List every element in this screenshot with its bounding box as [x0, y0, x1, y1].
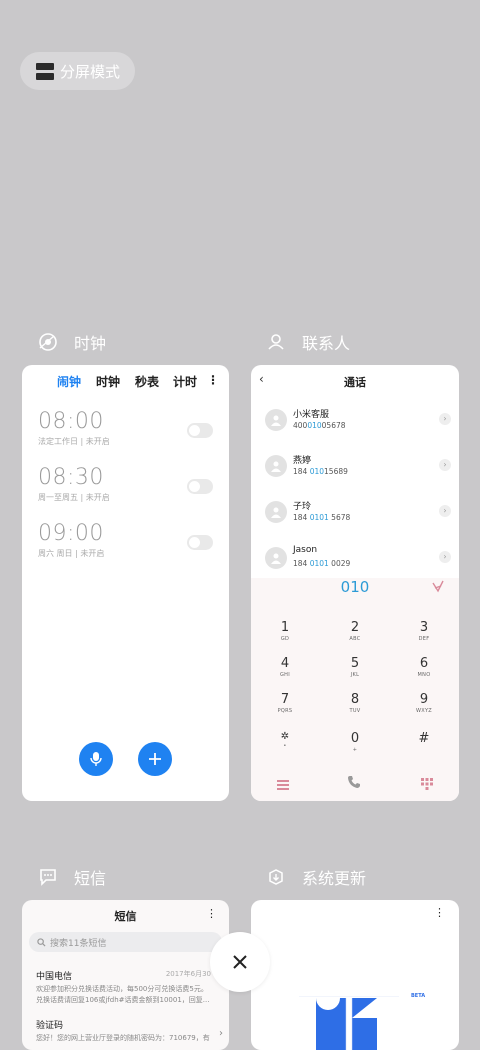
contact-number: 184 01015689	[293, 467, 348, 476]
tab-stopwatch[interactable]: 秒表	[135, 373, 159, 390]
avatar	[265, 409, 287, 431]
clock-app-icon	[36, 330, 60, 354]
sms-app-card[interactable]: 短信 ⋮ 搜索11条短信 中国电信 2017年6月30 欢迎参加积分兑换话费活动…	[22, 900, 229, 1050]
update-illustration-icon	[299, 996, 399, 1050]
chevron-right-icon[interactable]: ›	[439, 459, 451, 471]
split-mode-label: 分屏模式	[60, 62, 121, 81]
contact-name: Jason	[293, 545, 318, 555]
contact-name: 小米客服	[293, 410, 330, 420]
contacts-app-card[interactable]: ‹ 通话 小米客服 40001005678 › 燕婷 184 01015689 …	[251, 365, 459, 801]
more-options-icon[interactable]: ⋮	[207, 373, 219, 387]
clock-app-header[interactable]: 时钟	[36, 330, 106, 354]
message-preview: 欢迎参加积分兑换话费活动，每500分可兑换话费5元。	[36, 985, 208, 993]
dial-key-4[interactable]: 4 GHI	[265, 656, 305, 678]
sms-app-header[interactable]: 短信	[36, 865, 106, 889]
contact-name: 子玲	[293, 502, 312, 512]
backspace-icon[interactable]	[431, 578, 445, 597]
update-app-card[interactable]: ⋮ BETA	[251, 900, 459, 1050]
message-date: 2017年6月30	[165, 970, 211, 978]
split-mode-button[interactable]: 分屏模式	[20, 52, 135, 90]
alarm-item[interactable]: 08:30 周一至周五 | 未开启	[38, 465, 213, 513]
sms-app-label: 短信	[74, 869, 107, 888]
clock-app-card[interactable]: 闹钟 时钟 秒表 计时 ⋮ 08:00 法定工作日 | 未开启 08:30 周一…	[22, 365, 229, 801]
contact-number: 40001005678	[293, 421, 346, 430]
add-alarm-button[interactable]	[138, 742, 172, 776]
alarm-subtitle: 周六 周日 | 未开启	[38, 549, 105, 558]
message-sender: 验证码	[36, 1021, 64, 1031]
tab-clock[interactable]: 时钟	[96, 373, 120, 390]
dial-key-9[interactable]: 9 WXYZ	[404, 692, 444, 714]
contact-item[interactable]: 小米客服 40001005678 ›	[263, 403, 451, 439]
alarm-item[interactable]: 09:00 周六 周日 | 未开启	[38, 521, 213, 569]
dial-key-6[interactable]: 6 MNO	[404, 656, 444, 678]
dial-key-7[interactable]: 7 PQRS	[265, 692, 305, 714]
contact-item[interactable]: 子玲 184 0101 5678 ›	[263, 495, 451, 531]
menu-icon[interactable]	[277, 775, 289, 794]
tab-alarm[interactable]: 闹钟	[57, 373, 81, 390]
voice-alarm-button[interactable]	[79, 742, 113, 776]
message-item[interactable]: 中国电信 2017年6月30 欢迎参加积分兑换话费活动，每500分可兑换话费5元…	[36, 969, 211, 1005]
sms-search-input[interactable]: 搜索11条短信	[29, 932, 222, 952]
plus-icon	[149, 753, 161, 765]
contact-item[interactable]: Jason 184 0101 0029 ›	[263, 541, 451, 577]
phone-call-icon[interactable]	[347, 774, 361, 793]
close-icon	[233, 955, 247, 969]
sms-title: 短信	[114, 910, 137, 923]
dial-key-5[interactable]: 5 JKL	[335, 656, 375, 678]
contact-number: 184 0101 5678	[293, 513, 351, 522]
split-screen-icon	[36, 62, 54, 80]
alarm-subtitle: 周一至周五 | 未开启	[38, 493, 110, 502]
message-preview: 兑换话费请回复106或jfdh#话费金额到10001，回复...	[36, 996, 210, 1004]
dial-key-2[interactable]: 2 ABC	[335, 620, 375, 642]
alarm-item[interactable]: 08:00 法定工作日 | 未开启	[38, 409, 213, 457]
chevron-right-icon[interactable]: ›	[439, 413, 451, 425]
alarm-toggle[interactable]	[187, 423, 213, 438]
microphone-icon	[90, 752, 102, 766]
dialer-title: 通话	[344, 376, 366, 389]
contact-item[interactable]: 燕婷 184 01015689 ›	[263, 449, 451, 485]
clock-app-label: 时钟	[74, 334, 107, 353]
alarm-toggle[interactable]	[187, 479, 213, 494]
contacts-app-icon	[264, 330, 288, 354]
dial-key-0[interactable]: 0 +	[335, 731, 375, 753]
dial-key-star[interactable]: ✲ •	[265, 731, 305, 749]
dial-key-8[interactable]: 8 TUV	[335, 692, 375, 714]
dialed-number: 010	[340, 578, 370, 596]
dial-key-hash[interactable]: #	[404, 731, 444, 747]
avatar	[265, 501, 287, 523]
close-all-button[interactable]	[210, 932, 270, 992]
dialpad-icon[interactable]	[421, 775, 433, 794]
chevron-right-icon: ›	[219, 1028, 223, 1039]
beta-badge: BETA	[411, 993, 426, 999]
avatar	[265, 547, 287, 569]
message-item[interactable]: 验证码 您好！您的网上营业厅登录的随机密码为：710679，有 ›	[36, 1018, 223, 1043]
message-preview: 您好！您的网上营业厅登录的随机密码为：710679，有	[36, 1034, 210, 1042]
alarm-toggle[interactable]	[187, 535, 213, 550]
search-icon	[37, 937, 46, 947]
contact-name: 燕婷	[293, 456, 312, 466]
contacts-app-header[interactable]: 联系人	[264, 330, 350, 354]
contacts-app-label: 联系人	[302, 334, 351, 353]
contact-number: 184 0101 0029	[293, 559, 351, 568]
sms-app-icon	[36, 865, 60, 889]
system-update-app-icon	[264, 865, 288, 889]
tab-timer[interactable]: 计时	[173, 373, 197, 390]
chevron-right-icon[interactable]: ›	[439, 551, 451, 563]
dial-key-3[interactable]: 3 DEF	[404, 620, 444, 642]
chevron-right-icon[interactable]: ›	[439, 505, 451, 517]
dialpad-panel	[251, 578, 459, 801]
avatar	[265, 455, 287, 477]
update-app-header[interactable]: 系统更新	[264, 865, 366, 889]
more-options-icon[interactable]: ⋮	[434, 906, 445, 919]
update-app-label: 系统更新	[302, 869, 367, 888]
alarm-subtitle: 法定工作日 | 未开启	[38, 437, 110, 446]
dial-key-1[interactable]: 1 GD	[265, 620, 305, 642]
more-options-icon[interactable]: ⋮	[206, 907, 217, 920]
clock-tabs: 闹钟 时钟 秒表 计时 ⋮	[22, 373, 229, 391]
